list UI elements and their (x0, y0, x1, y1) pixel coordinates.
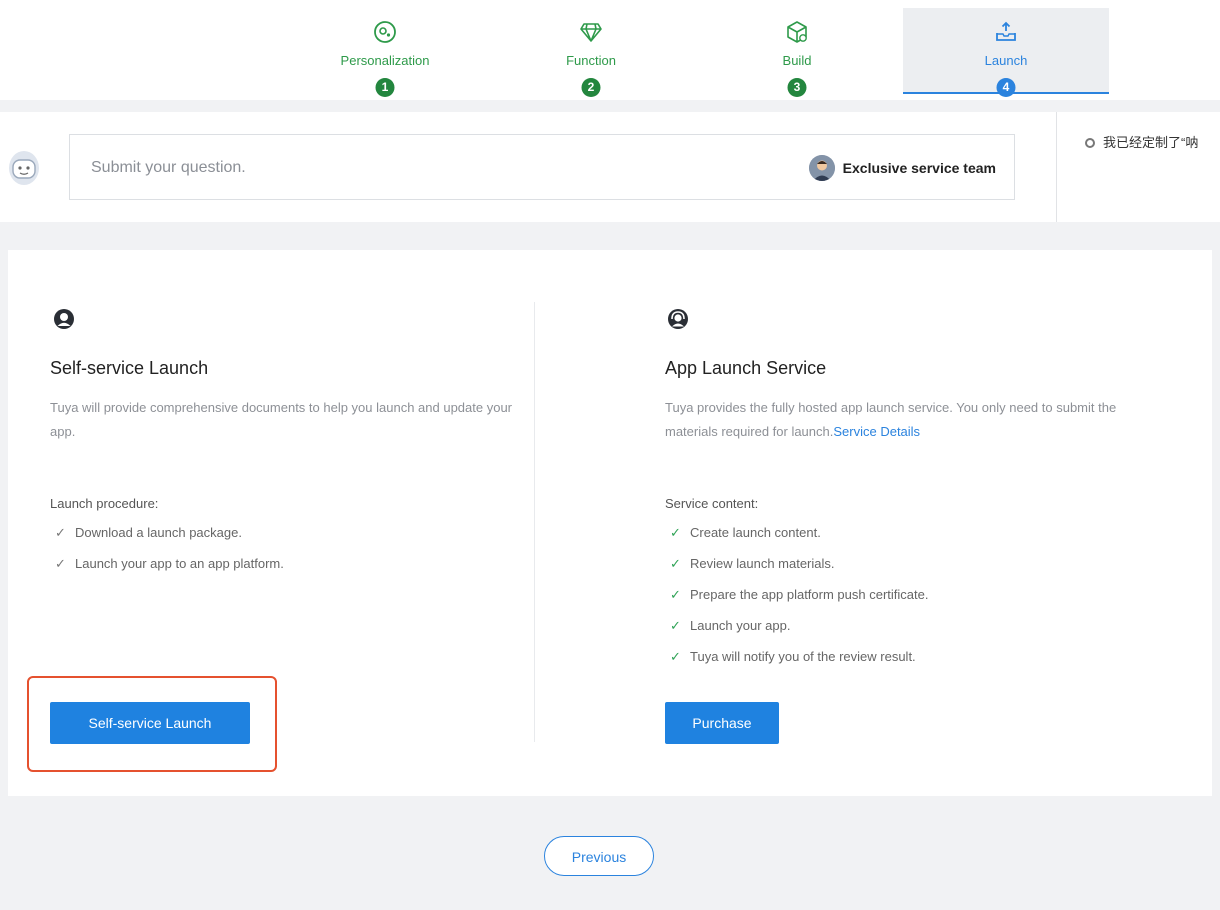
step-function[interactable]: Function 2 (488, 8, 694, 100)
diamond-icon (580, 23, 602, 42)
step-number-badge: 3 (787, 78, 807, 97)
question-placeholder: Submit your question. (91, 159, 246, 176)
check-icon: ✓ (55, 556, 66, 571)
column-divider (534, 302, 535, 742)
list-item: ✓ Download a launch package. (55, 517, 284, 548)
launch-procedure-list: ✓ Download a launch package. ✓ Launch your… (55, 517, 284, 579)
service-details-link[interactable]: Service Details (833, 424, 920, 439)
self-service-launch-button[interactable]: Self-service Launch (50, 702, 250, 744)
check-icon: ✓ (670, 618, 681, 633)
step-build[interactable]: Build 3 (694, 8, 900, 100)
check-icon: ✓ (670, 556, 681, 571)
check-icon: ✓ (670, 587, 681, 602)
step-label: Function (566, 53, 616, 68)
step-navigation: Personalization 1 Function 2 Build 3 Lau… (0, 0, 1220, 100)
list-item: ✓ Tuya will notify you of the review resu… (670, 641, 928, 672)
personalization-icon (374, 21, 396, 43)
announcement-ticker[interactable]: 我已经定制了“呐 (1085, 132, 1220, 151)
service-agent-avatar (808, 155, 835, 181)
assistant-avatar-icon (9, 151, 39, 185)
list-item: ✓ Review launch materials. (670, 548, 928, 579)
box-icon (787, 21, 807, 43)
exclusive-service-team-button[interactable]: Exclusive service team (808, 155, 996, 181)
previous-button[interactable]: Previous (544, 836, 654, 876)
check-icon: ✓ (55, 525, 66, 540)
divider (1056, 112, 1057, 222)
step-number-badge: 4 (996, 78, 1016, 97)
step-launch[interactable]: Launch 4 (903, 8, 1109, 97)
self-service-title: Self-service Launch (50, 358, 209, 378)
check-icon: ✓ (670, 525, 681, 540)
purchase-button[interactable]: Purchase (665, 702, 779, 744)
team-label: Exclusive service team (842, 160, 996, 176)
upload-tray-icon (996, 21, 1016, 41)
question-input[interactable]: Submit your question. Exclusive service … (69, 134, 1015, 200)
step-label: Build (782, 53, 812, 68)
list-item: ✓ Create launch content. (670, 517, 928, 548)
step-personalization[interactable]: Personalization 1 (282, 8, 488, 100)
service-content-title: Service content: (665, 496, 759, 511)
list-item: ✓ Prepare the app platform push certifica… (670, 579, 928, 610)
self-service-description: Tuya will provide comprehensive document… (50, 400, 513, 439)
list-item: ✓ Launch your app. (670, 610, 928, 641)
service-content-list: ✓ Create launch content. ✓ Review launch m… (670, 517, 928, 672)
service-agent-icon (668, 309, 688, 329)
step-number-badge: 2 (581, 78, 601, 97)
step-number-badge: 1 (375, 78, 395, 97)
check-icon: ✓ (670, 649, 681, 664)
step-label: Personalization (340, 53, 430, 68)
person-icon (54, 309, 74, 329)
app-launch-service-title: App Launch Service (665, 358, 827, 378)
app-launch-service-description: Tuya provides the fully hosted app launc… (665, 400, 1117, 439)
ticker-text: 我已经定制了“呐 (1103, 135, 1199, 150)
speaker-icon (1085, 138, 1095, 148)
list-item: ✓ Launch your app to an app platform. (55, 548, 284, 579)
launch-procedure-title: Launch procedure: (50, 496, 159, 511)
step-label: Launch (984, 53, 1028, 68)
